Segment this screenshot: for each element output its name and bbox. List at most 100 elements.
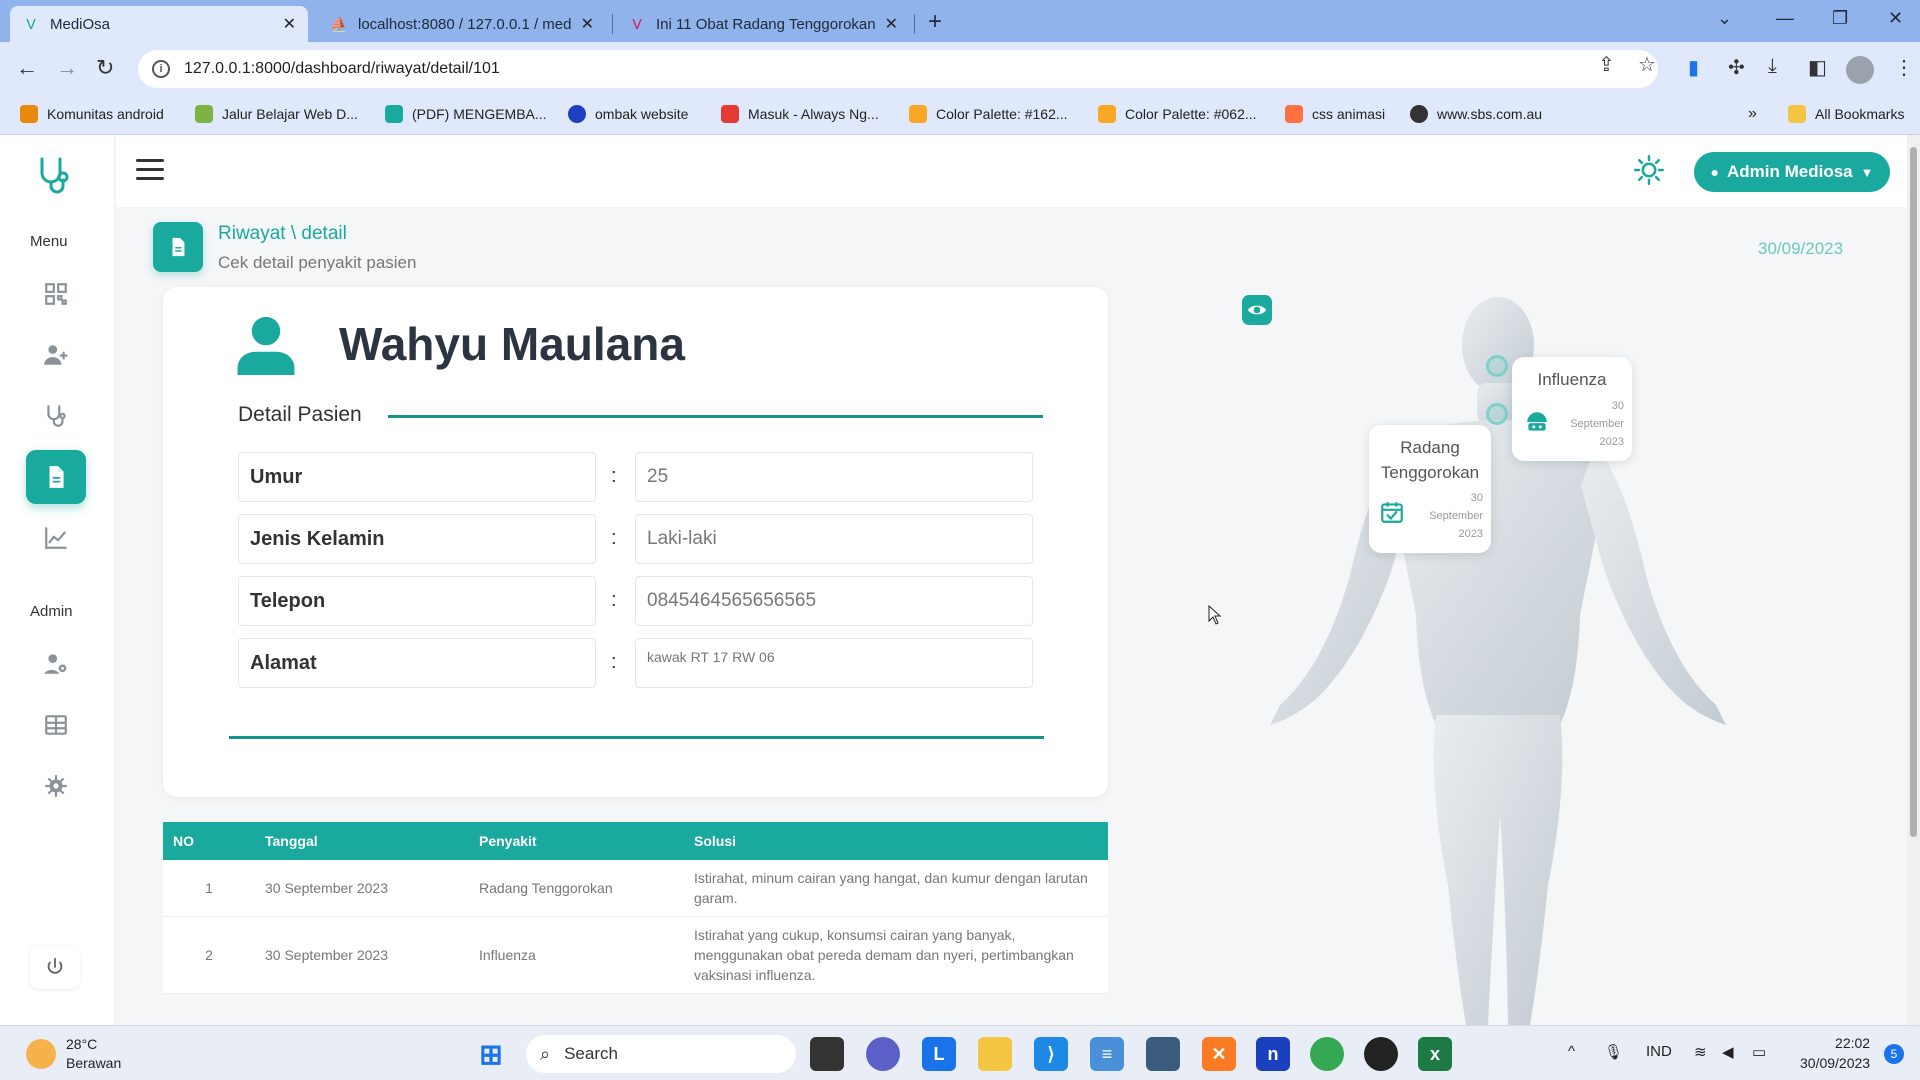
tray-chevron-up-icon[interactable]: ^: [1568, 1043, 1575, 1060]
bookmark-item[interactable]: ombak website: [568, 105, 688, 123]
admin-section-label: Admin: [30, 603, 73, 620]
section-title: Detail Pasien: [238, 403, 362, 426]
table-row[interactable]: 2 30 September 2023 Influenza Istirahat …: [163, 916, 1108, 994]
excel-icon[interactable]: x: [1418, 1037, 1452, 1071]
mysql-workbench-icon[interactable]: [1146, 1037, 1180, 1071]
minimize-icon[interactable]: —: [1776, 8, 1794, 29]
bubble-date-month: September: [1429, 510, 1483, 522]
bookmarks-overflow-button[interactable]: »: [1748, 105, 1757, 123]
teams-chat-icon[interactable]: [866, 1037, 900, 1071]
site-info-icon[interactable]: i: [152, 60, 170, 78]
breadcrumb[interactable]: Riwayat \ detail: [218, 223, 347, 245]
sidebar-item-dashboard[interactable]: [26, 267, 86, 321]
wifi-icon[interactable]: ≋: [1694, 1043, 1707, 1061]
sidebar-item-settings[interactable]: [26, 759, 86, 813]
file-explorer-icon[interactable]: [978, 1037, 1012, 1071]
share-icon[interactable]: ⇪: [1598, 52, 1615, 77]
bookmark-item[interactable]: (PDF) MENGEMBA...: [385, 105, 547, 123]
xampp-icon[interactable]: ✕: [1202, 1037, 1236, 1071]
clock-time: 22:02: [1835, 1035, 1871, 1051]
download-icon[interactable]: ⤓: [1768, 55, 1777, 78]
sidebar: Menu Admin: [0, 135, 115, 1025]
sidebar-item-statistics[interactable]: [26, 511, 86, 565]
profile-avatar[interactable]: [1846, 56, 1874, 84]
bookmark-item[interactable]: Color Palette: #162...: [909, 105, 1068, 123]
weather-widget[interactable]: 28°C Berawan: [26, 1035, 121, 1073]
condition-bubble-influenza[interactable]: Influenza 30 September 2023: [1512, 357, 1632, 461]
new-tab-button[interactable]: +: [928, 8, 942, 36]
notion-icon[interactable]: n: [1256, 1037, 1290, 1071]
close-window-icon[interactable]: ✕: [1888, 8, 1903, 29]
chrome-icon[interactable]: [1310, 1037, 1344, 1071]
close-icon[interactable]: ✕: [885, 14, 898, 34]
tab-obat[interactable]: ⴸ Ini 11 Obat Radang Tenggorokan ✕: [616, 6, 910, 42]
current-date: 30/09/2023: [1758, 239, 1844, 258]
bookmark-star-icon[interactable]: ☆: [1638, 52, 1656, 77]
field-label-telepon: Telepon: [238, 576, 596, 626]
reading-mode-icon[interactable]: ▮: [1688, 55, 1699, 80]
battery-icon[interactable]: ▭: [1752, 1043, 1766, 1061]
address-bar[interactable]: i 127.0.0.1:8000/dashboard/riwayat/detai…: [138, 50, 1658, 88]
microphone-icon[interactable]: 🎙: [1604, 1043, 1623, 1061]
logout-button[interactable]: [30, 945, 80, 989]
tab-phpmyadmin[interactable]: ⛵ localhost:8080 / 127.0.0.1 / med ✕: [318, 6, 606, 42]
bookmark-favicon-icon: [1410, 105, 1428, 123]
notification-badge[interactable]: 5: [1884, 1044, 1904, 1064]
hamburger-menu-icon[interactable]: [136, 159, 164, 180]
menu-dots-icon[interactable]: ⋮: [1894, 55, 1914, 80]
bookmark-item[interactable]: css animasi: [1285, 105, 1385, 123]
condition-marker-throat[interactable]: [1486, 355, 1508, 377]
windows-start-icon[interactable]: ⊞: [474, 1037, 508, 1071]
chevron-down-icon: ▼: [1860, 164, 1874, 180]
obs-icon[interactable]: [1364, 1037, 1398, 1071]
forward-icon[interactable]: →: [56, 55, 78, 81]
table-header-row: NO Tanggal Penyakit Solusi: [163, 822, 1108, 860]
bookmark-item[interactable]: Color Palette: #062...: [1098, 105, 1257, 123]
bookmark-label: (PDF) MENGEMBA...: [412, 106, 547, 122]
close-icon[interactable]: ✕: [283, 14, 296, 34]
bookmark-item[interactable]: Jalur Belajar Web D...: [195, 105, 358, 123]
tab-mediosa[interactable]: ⴸ MediOsa ✕: [10, 6, 308, 42]
cell-solusi: Istirahat yang cukup, konsumsi cairan ya…: [684, 916, 1108, 994]
bookmark-item[interactable]: www.sbs.com.au: [1410, 105, 1542, 123]
table-row[interactable]: 1 30 September 2023 Radang Tenggorokan I…: [163, 860, 1108, 917]
sidebar-item-tables[interactable]: [26, 698, 86, 752]
chart-icon: [45, 527, 67, 549]
notepad-icon[interactable]: ≡: [1090, 1037, 1124, 1071]
tab-search-icon[interactable]: ⌄: [1717, 8, 1732, 29]
condition-marker-neck[interactable]: [1486, 403, 1508, 425]
maximize-icon[interactable]: ❐: [1832, 8, 1848, 29]
stethoscope-favicon-icon: ⴸ: [26, 15, 36, 32]
sun-icon[interactable]: [1634, 155, 1664, 185]
page-scrollbar[interactable]: [1907, 135, 1920, 1025]
vscode-icon[interactable]: ⟩: [1034, 1037, 1068, 1071]
app-l-icon[interactable]: L: [922, 1037, 956, 1071]
sidebar-item-riwayat[interactable]: [26, 450, 86, 504]
admin-account-label: Admin Mediosa: [1726, 162, 1853, 181]
tab-divider: [914, 14, 915, 34]
bookmark-favicon-icon: [909, 105, 927, 123]
system-clock[interactable]: 22:02 30/09/2023: [1800, 1033, 1870, 1073]
condition-bubble-radang-tenggorokan[interactable]: Radang Tenggorokan 30 September 2023: [1369, 425, 1491, 553]
all-bookmarks-button[interactable]: All Bookmarks: [1788, 105, 1904, 123]
sidebar-item-diagnose[interactable]: [26, 389, 86, 443]
sidebar-item-add-patient[interactable]: [26, 328, 86, 382]
task-view-icon[interactable]: [810, 1037, 844, 1071]
close-icon[interactable]: ✕: [581, 14, 594, 34]
back-icon[interactable]: ←: [16, 55, 38, 81]
scrollbar-thumb[interactable]: [1910, 147, 1917, 837]
sidebar-item-users[interactable]: [26, 637, 86, 691]
bookmark-item[interactable]: Masuk - Always Ng...: [721, 105, 879, 123]
input-language[interactable]: IND: [1646, 1043, 1672, 1060]
field-label-umur: Umur: [238, 452, 596, 502]
bookmark-item[interactable]: Komunitas android: [20, 105, 164, 123]
reload-icon[interactable]: ↻: [96, 55, 114, 81]
taskbar-search[interactable]: ⌕ Search: [526, 1035, 796, 1073]
admin-account-button[interactable]: ● Admin Mediosa ▼: [1694, 152, 1890, 192]
history-table: NO Tanggal Penyakit Solusi 1 30 Septembe…: [163, 822, 1108, 994]
field-colon: :: [611, 465, 617, 487]
url-text: 127.0.0.1:8000/dashboard/riwayat/detail/…: [184, 60, 500, 77]
side-panel-icon[interactable]: ◧: [1808, 55, 1827, 80]
volume-icon[interactable]: ◀: [1722, 1043, 1734, 1061]
extensions-icon[interactable]: ✣: [1728, 55, 1745, 80]
